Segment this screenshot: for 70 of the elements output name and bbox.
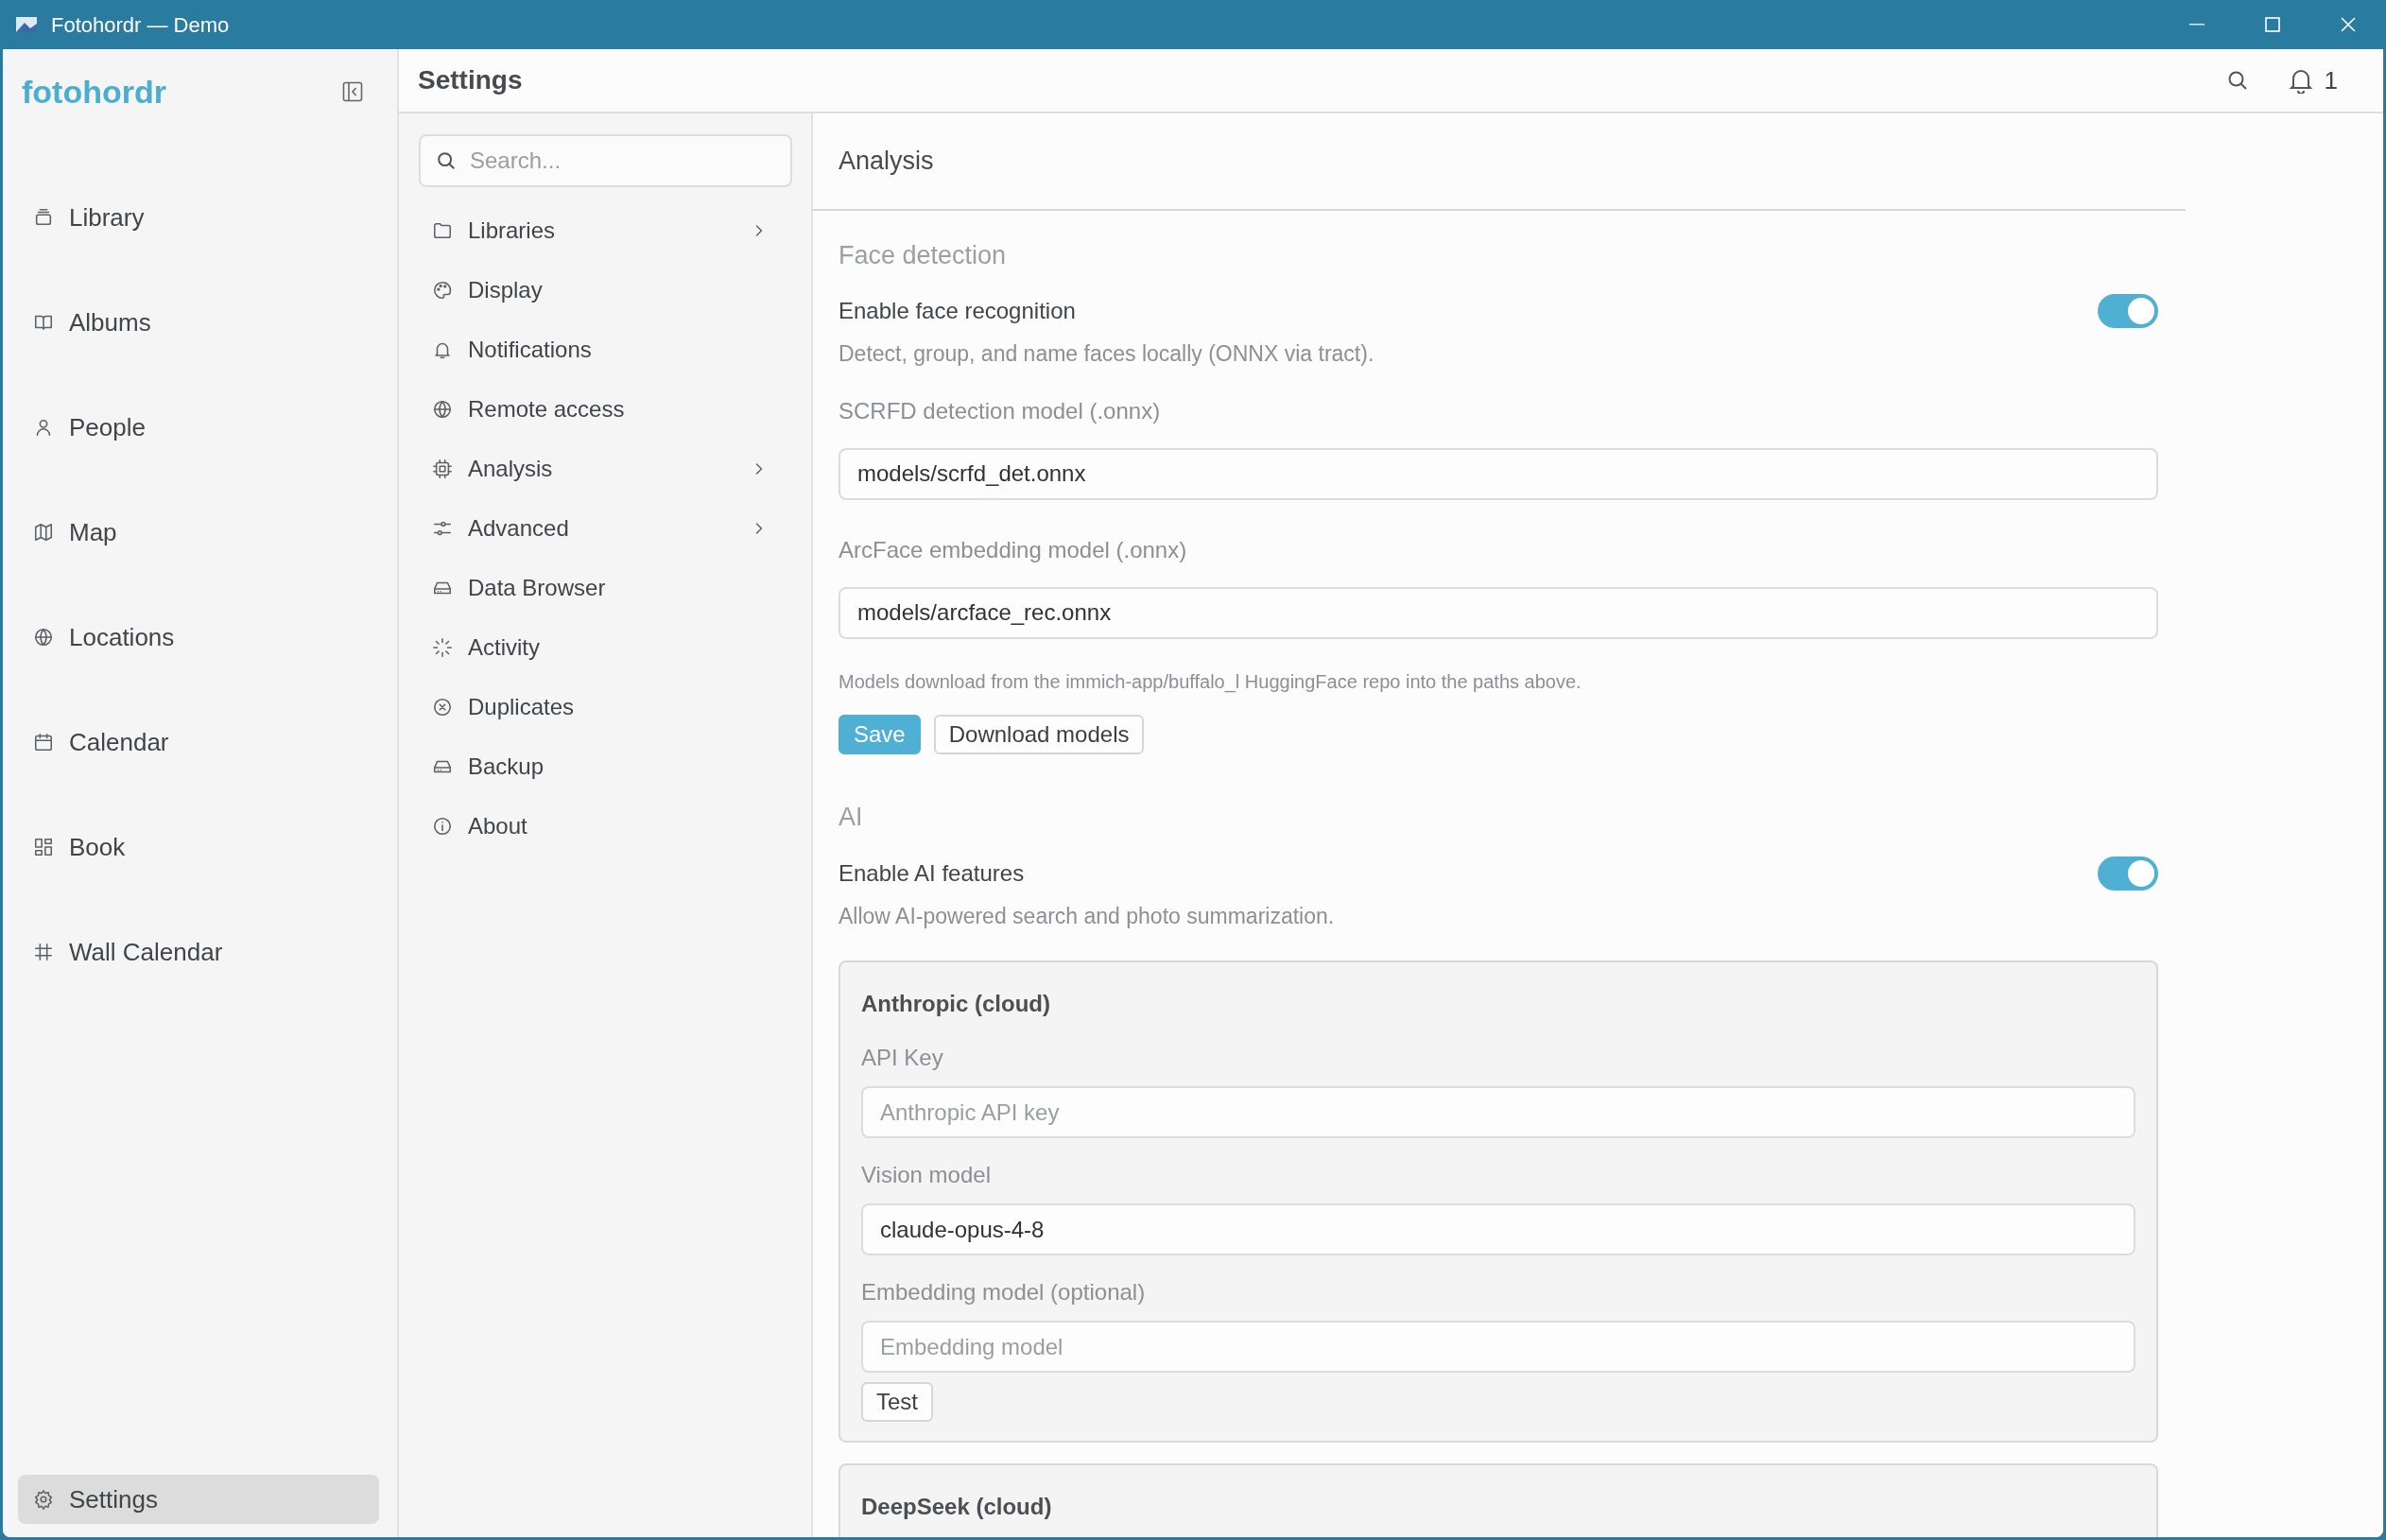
settings-nav-item[interactable]: Remote access bbox=[419, 379, 791, 439]
section-title: Analysis bbox=[839, 146, 934, 178]
field-label: ArcFace embedding model (.onnx) bbox=[839, 535, 1188, 564]
settings-nav-item[interactable]: Backup bbox=[419, 736, 791, 796]
window-title: Fotohordr — Demo bbox=[51, 11, 230, 39]
loader-icon bbox=[432, 636, 453, 658]
toggle-switch[interactable] bbox=[2098, 856, 2158, 891]
app-logo: fotohordr bbox=[22, 72, 166, 112]
sidebar-item[interactable]: Wall Calendar bbox=[18, 927, 379, 977]
text-field[interactable]: models/arcface_rec.onnx bbox=[839, 586, 2158, 639]
collapse-sidebar-icon[interactable] bbox=[342, 81, 363, 102]
text-field[interactable]: Anthropic API key bbox=[861, 1086, 2135, 1138]
settings-nav-item[interactable]: Duplicates bbox=[419, 677, 791, 736]
settings-nav-item[interactable]: Analysis bbox=[419, 439, 791, 498]
gear-icon bbox=[33, 1489, 54, 1510]
button[interactable]: Test bbox=[861, 1382, 933, 1422]
chip-icon bbox=[432, 458, 453, 479]
settings-nav-item[interactable]: Data Browser bbox=[419, 558, 791, 617]
description: Allow AI-powered search and photo summarization. bbox=[839, 902, 1336, 930]
sidebar-item[interactable]: Locations bbox=[18, 613, 379, 662]
text-field[interactable]: models/scrfd_det.onnx bbox=[839, 447, 2158, 500]
grid-icon bbox=[33, 837, 54, 857]
card-title: Anthropic (cloud) bbox=[861, 990, 1051, 1018]
sidebar-item[interactable]: Library bbox=[18, 193, 379, 242]
sidebar-item[interactable]: Calendar bbox=[18, 718, 379, 767]
group-heading: AI bbox=[839, 802, 864, 834]
globe-icon bbox=[33, 627, 54, 648]
search-icon bbox=[2225, 69, 2249, 92]
app-icon bbox=[15, 15, 38, 34]
hash-icon bbox=[33, 942, 54, 962]
sidebar-item[interactable]: People bbox=[18, 403, 379, 452]
button[interactable]: Download models bbox=[933, 714, 1145, 754]
map-icon bbox=[33, 522, 54, 543]
sidebar-item[interactable]: Settings bbox=[18, 1475, 379, 1524]
page-title: Settings bbox=[418, 64, 523, 96]
sidebar-item[interactable]: Map bbox=[18, 508, 379, 557]
search-icon bbox=[436, 150, 457, 171]
settings-nav-item[interactable]: Advanced bbox=[419, 498, 791, 558]
info-icon bbox=[432, 815, 453, 837]
field-label: API Key bbox=[861, 1044, 944, 1072]
field-label: SCRFD detection model (.onnx) bbox=[839, 396, 1162, 425]
settings-nav-item[interactable]: Display bbox=[419, 260, 791, 320]
text-field[interactable]: Embedding model bbox=[861, 1321, 2135, 1373]
bell-icon bbox=[2288, 67, 2313, 94]
toggle-switch[interactable] bbox=[2098, 294, 2158, 328]
sidebar-item[interactable]: Albums bbox=[18, 298, 379, 347]
minimize-icon bbox=[2189, 24, 2204, 26]
toggle-label: Enable AI features bbox=[839, 858, 1025, 888]
palette-icon bbox=[432, 279, 453, 301]
stack-icon bbox=[33, 207, 54, 228]
text-field[interactable]: claude-opus-4-8 bbox=[861, 1203, 2135, 1255]
settings-nav-item[interactable]: Libraries bbox=[419, 200, 791, 260]
toggle-label: Enable face recognition bbox=[839, 297, 1076, 325]
settings-nav-item[interactable]: Notifications bbox=[419, 320, 791, 379]
description: Detect, group, and name faces locally (ONNX via tract). bbox=[839, 340, 1375, 368]
calendar-icon bbox=[33, 732, 54, 753]
notifications-button[interactable]: 1 bbox=[2288, 61, 2338, 99]
field-label: Vision model bbox=[861, 1161, 992, 1189]
maximize-icon bbox=[2265, 17, 2280, 32]
group-heading: Face detection bbox=[839, 239, 1008, 271]
close-icon bbox=[2341, 17, 2356, 32]
settings-nav-item[interactable]: Activity bbox=[419, 617, 791, 677]
sidebar-item[interactable]: Book bbox=[18, 822, 379, 872]
x-circle-icon bbox=[432, 696, 453, 718]
globe-icon bbox=[432, 398, 453, 420]
hint-text: Models download from the immich-app/buffalo_l HuggingFace repo into the paths above. bbox=[839, 669, 1582, 695]
card-title: DeepSeek (cloud) bbox=[861, 1493, 1053, 1521]
settings-nav-item[interactable]: About bbox=[419, 796, 791, 856]
field-label: Embedding model (optional) bbox=[861, 1278, 1147, 1306]
search-field[interactable]: Search... bbox=[419, 134, 792, 187]
